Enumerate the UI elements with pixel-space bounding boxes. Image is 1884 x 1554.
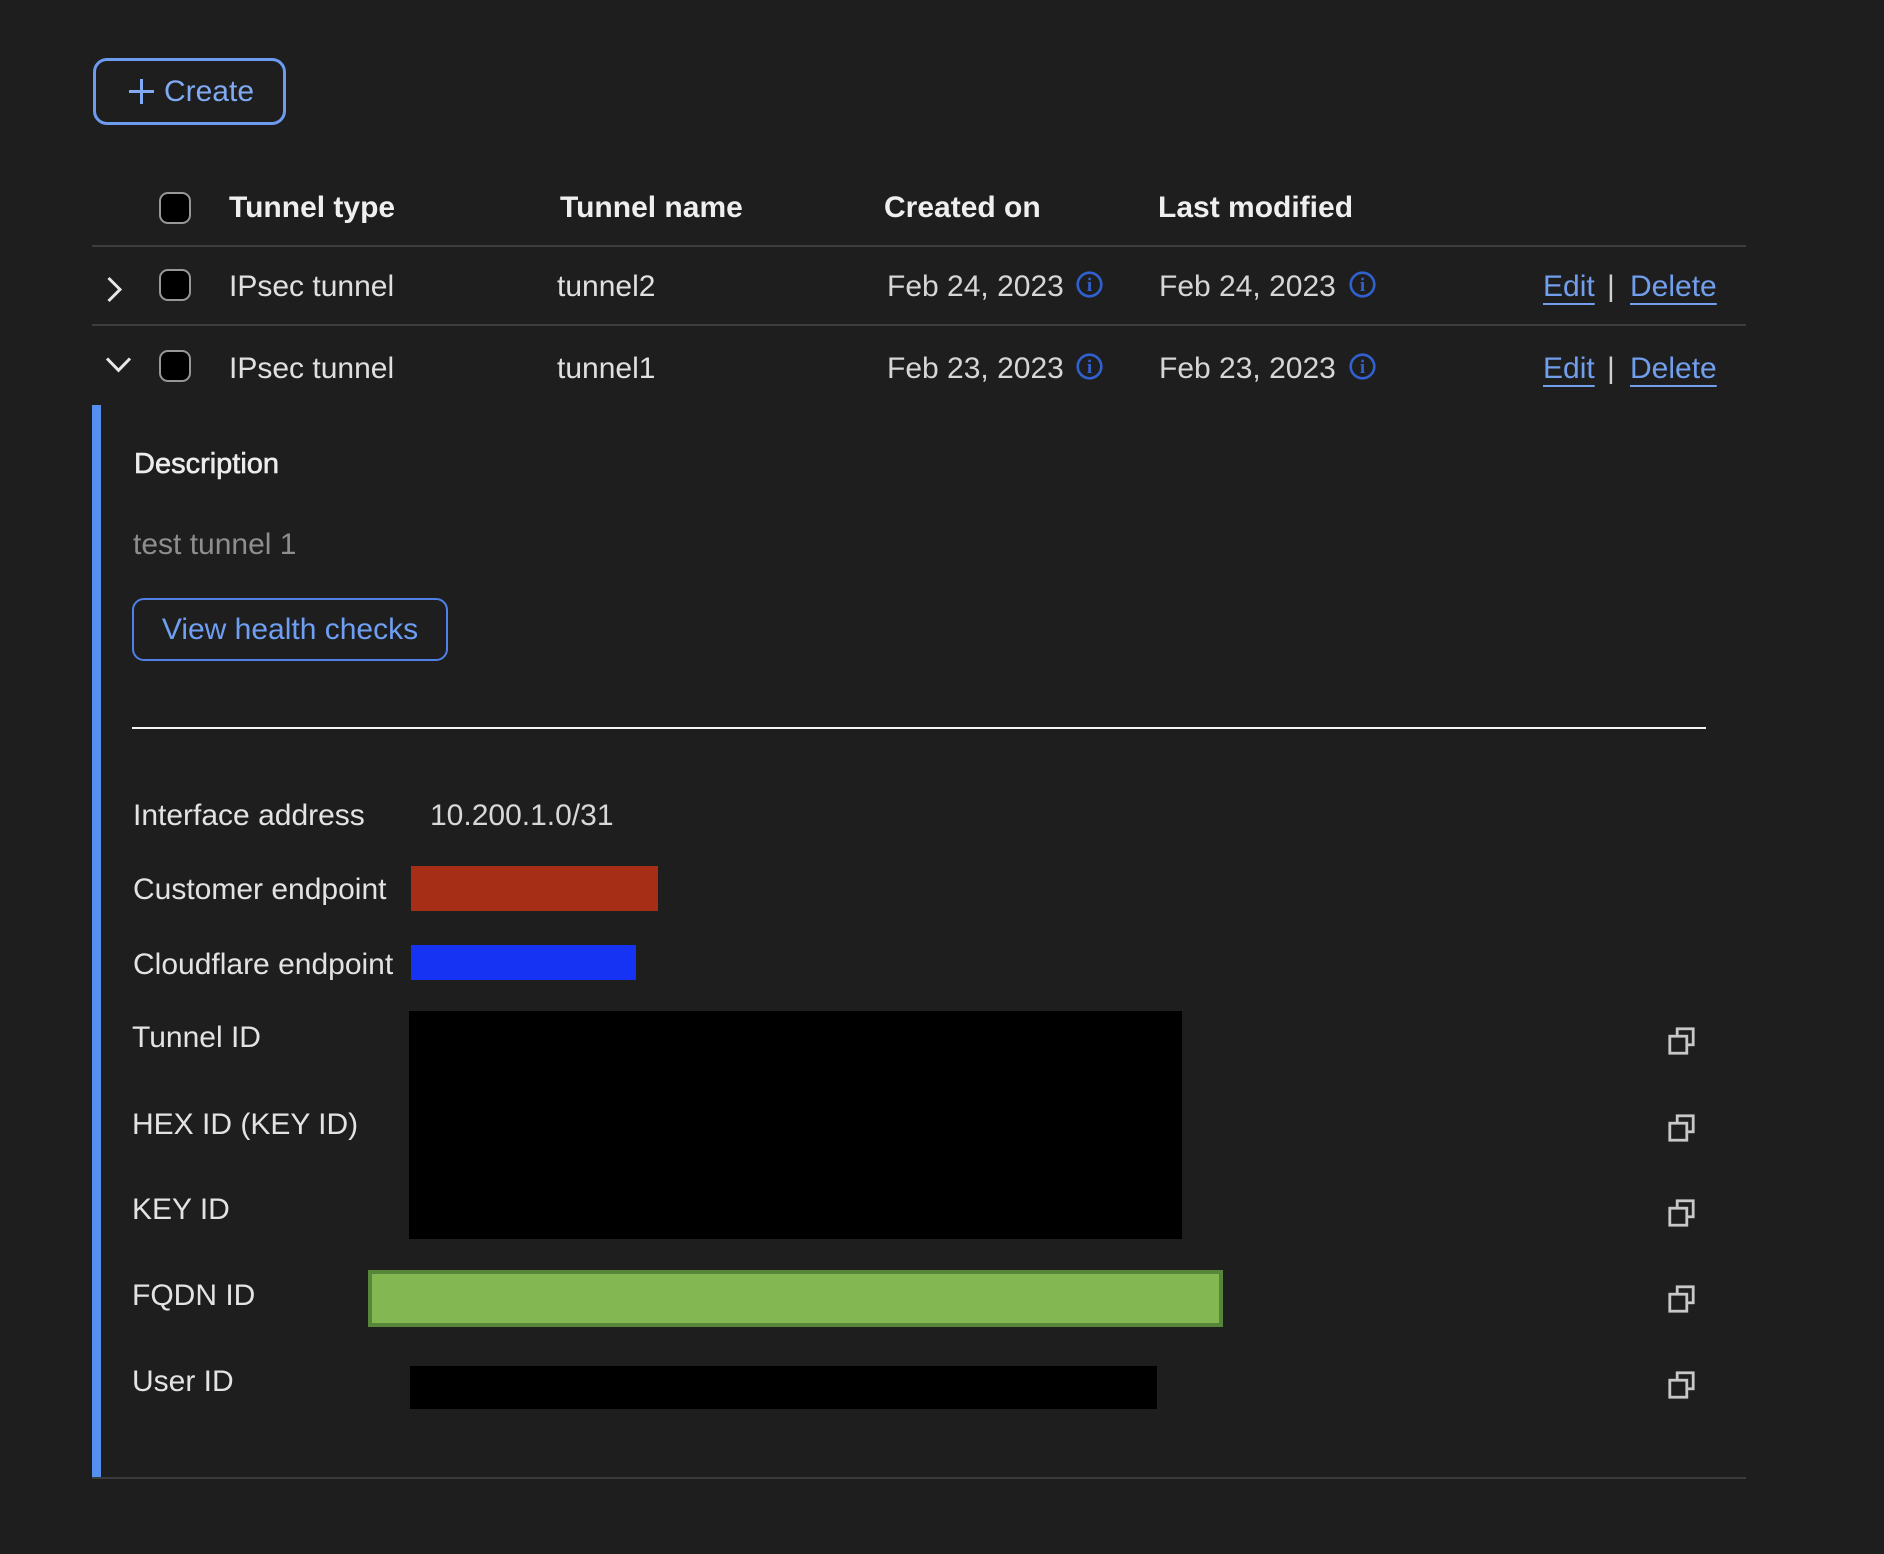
svg-text:i: i — [1087, 357, 1092, 378]
svg-text:i: i — [1360, 357, 1365, 378]
svg-text:i: i — [1360, 275, 1365, 296]
svg-text:i: i — [1087, 275, 1092, 296]
